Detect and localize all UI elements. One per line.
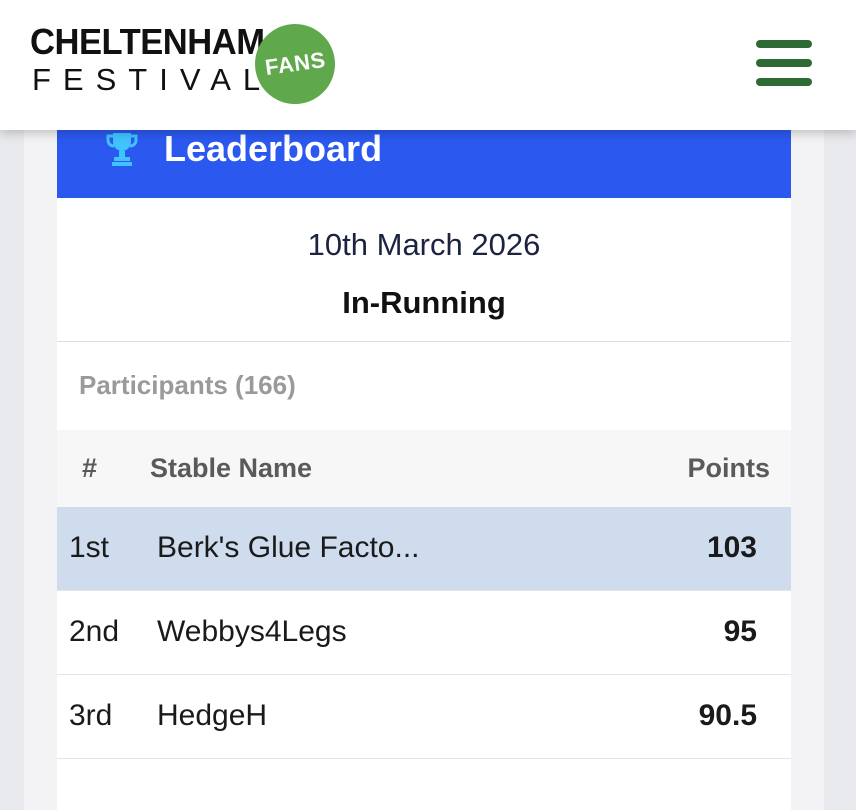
column-header-stable-name: Stable Name bbox=[150, 453, 313, 483]
row-stable-name: Webbys4Legs bbox=[157, 615, 347, 648]
participants-count: Participants (166) bbox=[79, 370, 296, 400]
hamburger-menu-icon[interactable] bbox=[752, 38, 816, 90]
leaderboard-card: Leaderboard 10th March 2026 In-Running P… bbox=[57, 110, 791, 810]
row-stable-name: Berk's Glue Facto... bbox=[157, 531, 420, 564]
row-points: 95 bbox=[723, 615, 757, 648]
leaderboard-date: 10th March 2026 bbox=[307, 227, 541, 262]
logo-line-2: FESTIVAL bbox=[32, 62, 273, 97]
row-points: 103 bbox=[706, 531, 757, 564]
divider bbox=[57, 341, 791, 342]
row-rank: 3rd bbox=[69, 699, 113, 732]
table-row[interactable]: 1st Berk's Glue Facto... 103 bbox=[57, 507, 791, 591]
column-header-points: Points bbox=[687, 453, 770, 483]
column-header-rank: # bbox=[82, 453, 98, 483]
site-header: CHELTENHAM FESTIVAL FANS bbox=[0, 0, 856, 130]
leaderboard-title: Leaderboard bbox=[164, 128, 383, 169]
table-row[interactable]: 2nd Webbys4Legs 95 bbox=[57, 591, 791, 675]
row-stable-name: HedgeH bbox=[157, 699, 268, 732]
row-points: 90.5 bbox=[698, 699, 757, 732]
row-rank: 2nd bbox=[69, 615, 120, 648]
table-row[interactable]: 3rd HedgeH 90.5 bbox=[57, 675, 791, 759]
trophy-icon bbox=[106, 133, 138, 166]
logo-badge: FANS bbox=[255, 24, 335, 104]
row-rank: 1st bbox=[69, 531, 110, 564]
logo-line-1: CHELTENHAM bbox=[30, 21, 265, 62]
logo-badge-text: FANS bbox=[263, 46, 327, 81]
table-header: # Stable Name Points bbox=[57, 430, 791, 507]
leaderboard-status: In-Running bbox=[342, 285, 506, 320]
